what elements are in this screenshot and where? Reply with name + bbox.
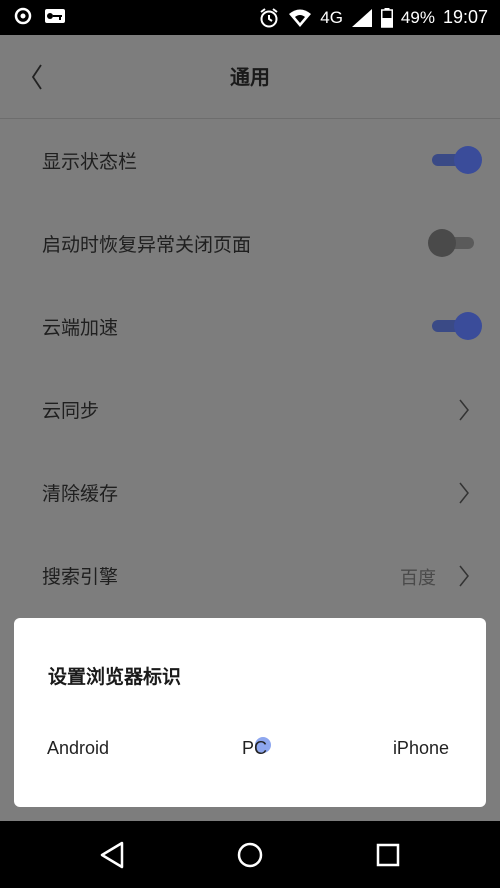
toggle-knob: [454, 312, 482, 340]
setting-label: 云端加速: [42, 317, 119, 339]
record-icon: [14, 7, 32, 25]
circle-home-icon: [237, 842, 263, 868]
toggle-knob: [454, 146, 482, 174]
chevron-right-icon: [459, 482, 469, 504]
app-header: 通用: [0, 35, 500, 119]
wifi-icon: [289, 9, 312, 27]
ua-option-android[interactable]: Android: [47, 738, 109, 759]
battery-icon: [380, 7, 393, 28]
setting-row-restore-pages[interactable]: 启动时恢复异常关闭页面: [0, 202, 500, 285]
setting-row-show-status-bar[interactable]: 显示状态栏: [0, 119, 500, 202]
key-icon: [45, 9, 65, 23]
ua-option-pc[interactable]: PC: [242, 738, 267, 759]
dialog-title: 设置浏览器标识: [48, 666, 182, 688]
setting-label: 启动时恢复异常关闭页面: [42, 234, 252, 256]
setting-row-search-engine[interactable]: 搜索引擎 百度: [0, 534, 500, 617]
network-type: 4G: [320, 7, 343, 27]
chevron-right-icon: [459, 399, 469, 421]
browser-ua-dialog: 设置浏览器标识 Android PC iPhone: [14, 618, 486, 807]
setting-row-clear-cache[interactable]: 清除缓存: [0, 451, 500, 534]
setting-label: 显示状态栏: [42, 151, 138, 173]
clock-time: 19:07: [442, 7, 488, 27]
alarm-icon: [260, 7, 278, 27]
recents-nav-button[interactable]: [368, 835, 408, 875]
toggle-knob: [428, 229, 456, 257]
signal-icon: [351, 8, 372, 27]
setting-label: 搜索引擎: [42, 566, 119, 588]
setting-row-cloud-acceleration[interactable]: 云端加速: [0, 285, 500, 368]
search-engine-value: 百度: [400, 568, 436, 589]
navigation-bar: [0, 821, 500, 888]
page-title: 通用: [230, 65, 270, 89]
home-nav-button[interactable]: [230, 835, 270, 875]
setting-label: 云同步: [42, 400, 100, 422]
toggle-switch[interactable]: [428, 229, 478, 257]
triangle-back-icon: [100, 841, 124, 869]
square-recents-icon: [376, 843, 400, 867]
ua-option-iphone[interactable]: iPhone: [393, 738, 449, 759]
chevron-right-icon: [459, 565, 469, 587]
back-nav-button[interactable]: [92, 835, 132, 875]
setting-label: 清除缓存: [42, 483, 119, 505]
toggle-switch[interactable]: [432, 312, 482, 340]
status-bar: 4G 49% 19:07: [0, 0, 500, 35]
toggle-switch[interactable]: [432, 146, 482, 174]
setting-row-cloud-sync[interactable]: 云同步: [0, 368, 500, 451]
battery-percent: 49%: [400, 7, 435, 27]
